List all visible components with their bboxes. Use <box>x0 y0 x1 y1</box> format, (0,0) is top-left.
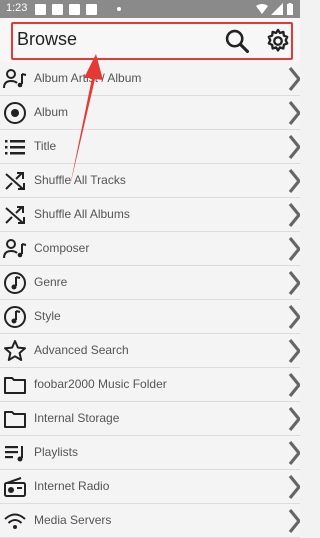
chevron-right-icon <box>288 372 300 398</box>
note-circle-icon <box>4 306 26 328</box>
status-time: 1:23 <box>6 2 28 14</box>
chevron-right-icon <box>288 474 300 500</box>
browse-list: Album Artist / Album Album Title Shuffle Al… <box>0 62 300 538</box>
chevron-right-icon <box>288 168 300 194</box>
list-item[interactable]: foobar2000 Music Folder <box>0 368 300 402</box>
list-item[interactable]: Title <box>0 130 300 164</box>
chevron-right-icon <box>288 270 300 296</box>
list-item[interactable]: Playlists <box>0 436 300 470</box>
shuffle-icon <box>5 206 25 224</box>
list-item-label: Advanced Search <box>34 343 129 357</box>
radio-icon <box>4 477 26 497</box>
album-disc-icon <box>4 102 26 124</box>
folder-icon <box>4 411 26 428</box>
list-icon <box>5 140 25 155</box>
list-item[interactable]: Genre <box>0 266 300 300</box>
list-item-label: Album <box>34 105 69 119</box>
status-bar: 1:23 <box>0 0 300 18</box>
search-icon[interactable] <box>223 27 251 55</box>
shuffle-icon <box>5 172 25 190</box>
list-item-label: Title <box>34 139 57 153</box>
list-item[interactable]: Shuffle All Albums <box>0 198 300 232</box>
wifi-status-icon <box>256 4 268 14</box>
notification-icon <box>86 4 97 15</box>
signal-icon <box>271 3 283 15</box>
note-circle-icon <box>4 272 26 294</box>
chevron-right-icon <box>288 338 300 364</box>
chevron-right-icon <box>288 236 300 262</box>
page-title: Browse <box>17 29 78 49</box>
gear-icon[interactable] <box>264 27 292 55</box>
folder-icon <box>4 377 26 394</box>
list-item-label: Playlists <box>34 445 79 459</box>
list-item[interactable]: Media Servers <box>0 504 300 538</box>
battery-icon <box>287 3 293 15</box>
list-item-label: foobar2000 Music Folder <box>34 377 167 391</box>
list-item[interactable]: Style <box>0 300 300 334</box>
playlist-icon <box>5 446 23 462</box>
list-item-label: Album Artist / Album <box>34 71 142 85</box>
chevron-right-icon <box>288 100 300 126</box>
list-item-label: Style <box>34 309 61 323</box>
chevron-right-icon <box>288 202 300 228</box>
list-item-label: Internal Storage <box>34 411 120 425</box>
wifi-icon <box>4 513 26 529</box>
notification-icon <box>52 4 63 15</box>
list-item-label: Composer <box>34 241 90 255</box>
list-item-label: Genre <box>34 275 68 289</box>
notification-icon <box>69 4 80 15</box>
chevron-right-icon <box>288 66 300 92</box>
star-icon <box>4 340 26 361</box>
list-item[interactable]: Internal Storage <box>0 402 300 436</box>
chevron-right-icon <box>288 508 300 534</box>
chevron-right-icon <box>288 304 300 330</box>
chevron-right-icon <box>288 134 300 160</box>
list-item[interactable]: Advanced Search <box>0 334 300 368</box>
list-item[interactable]: Album Artist / Album <box>0 62 300 96</box>
list-item[interactable]: Internet Radio <box>0 470 300 504</box>
list-item-label: Internet Radio <box>34 479 110 493</box>
notification-dot-icon <box>117 7 121 11</box>
list-item-label: Shuffle All Albums <box>34 207 130 221</box>
list-item-label: Media Servers <box>34 513 112 527</box>
list-item[interactable]: Album <box>0 96 300 130</box>
person-music-icon <box>3 239 27 259</box>
notification-icon <box>35 4 46 15</box>
chevron-right-icon <box>288 406 300 432</box>
list-item-label: Shuffle All Tracks <box>34 173 126 187</box>
person-music-icon <box>3 69 27 89</box>
chevron-right-icon <box>288 440 300 466</box>
list-item[interactable]: Shuffle All Tracks <box>0 164 300 198</box>
list-item[interactable]: Composer <box>0 232 300 266</box>
